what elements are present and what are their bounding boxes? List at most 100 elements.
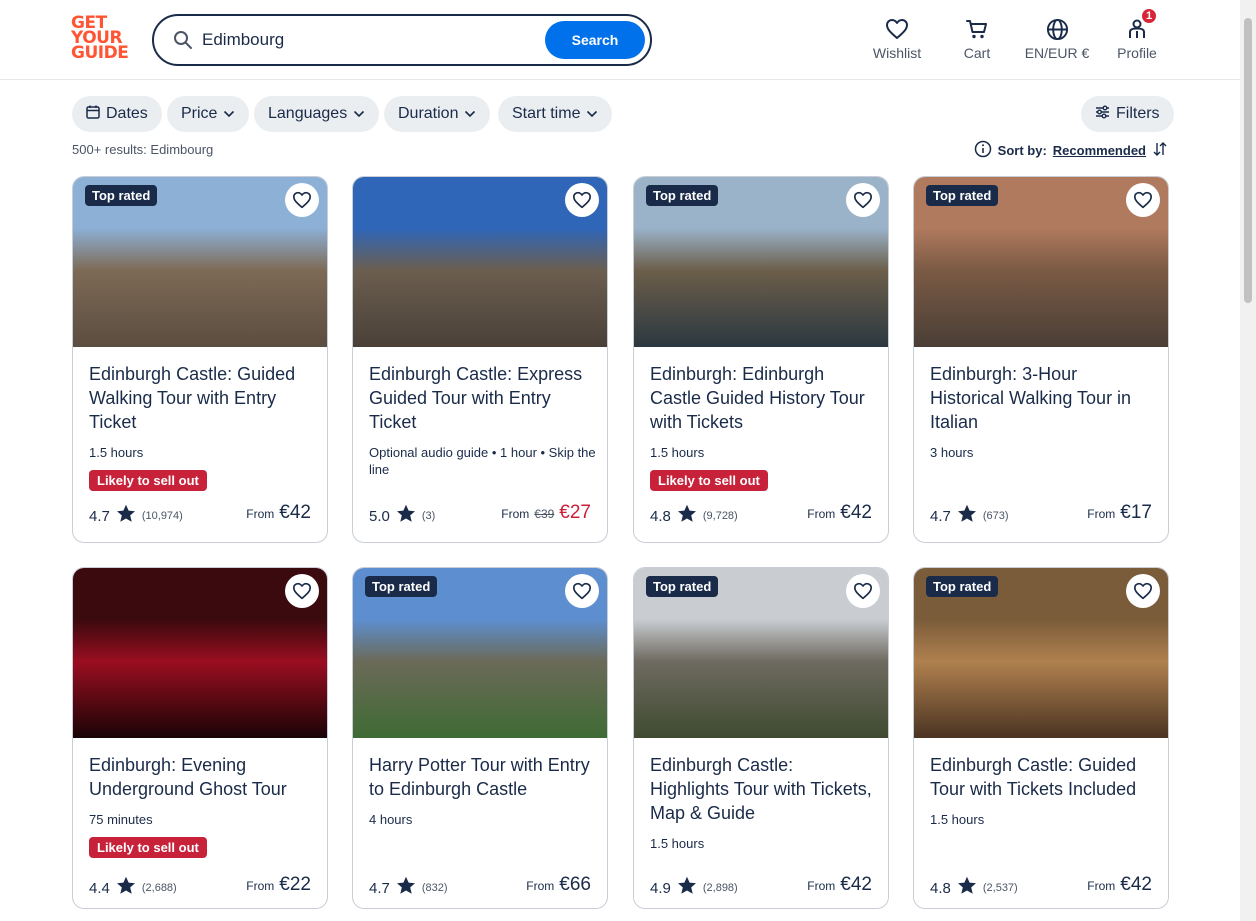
star-icon (396, 504, 416, 528)
price-amount: €22 (279, 874, 311, 895)
rating-summary: 4.7 (673) (930, 504, 1009, 528)
wishlist-heart-icon[interactable] (846, 574, 880, 608)
profile-icon: 1 (1125, 7, 1158, 42)
price-filter[interactable]: Price (167, 96, 250, 132)
price-from-label: From (526, 879, 555, 893)
rating-summary: 4.8 (9,728) (650, 504, 738, 528)
languages-filter[interactable]: Languages (254, 96, 380, 132)
info-icon[interactable] (974, 140, 992, 161)
activity-title[interactable]: Harry Potter Tour with Entry to Edinburg… (369, 753, 593, 801)
dates-filter[interactable]: Dates (72, 96, 162, 132)
star-icon (396, 876, 416, 900)
search-button[interactable]: Search (545, 21, 645, 59)
wishlist-heart-icon[interactable] (285, 183, 319, 217)
rating-value: 4.4 (89, 879, 110, 897)
rating-value: 4.8 (650, 507, 671, 525)
all-filters-button[interactable]: Filters (1081, 96, 1174, 132)
price-amount: €42 (840, 502, 872, 523)
activity-card[interactable]: Edinburgh Castle: Express Guided Tour wi… (352, 176, 608, 543)
getyourguide-logo[interactable]: GET YOUR GUIDE (71, 15, 131, 64)
price-block: From €22 (246, 874, 311, 896)
sort-value[interactable]: Recommended (1053, 143, 1146, 158)
wishlist-heart-icon[interactable] (285, 574, 319, 608)
rating-value: 5.0 (369, 507, 390, 525)
rating-value: 4.7 (369, 879, 390, 897)
cart-nav[interactable]: Cart (957, 16, 997, 66)
duration-filter-label: Duration (398, 105, 459, 122)
price-block: From €17 (1087, 502, 1152, 524)
activity-title[interactable]: Edinburgh Castle: Guided Walking Tour wi… (89, 362, 313, 434)
review-count: (2,537) (982, 882, 1018, 894)
cart-icon (965, 16, 989, 42)
price-block: From €42 (807, 502, 872, 524)
activity-meta: 3 hours (930, 445, 974, 460)
activity-card[interactable]: Top rated Edinburgh: Edinburgh Castle Gui… (633, 176, 889, 543)
language-currency-nav[interactable]: EN/EUR € (1022, 16, 1092, 66)
wishlist-heart-icon[interactable] (565, 574, 599, 608)
top-rated-badge: Top rated (926, 576, 999, 597)
price-filter-label: Price (181, 105, 218, 122)
sort-arrows-icon[interactable] (1152, 141, 1168, 160)
review-count: (673) (982, 510, 1009, 522)
sort-label: Sort by: (997, 143, 1047, 158)
activity-card[interactable]: Top rated Edinburgh: 3-Hour Historical Wa… (913, 176, 1169, 543)
profile-nav[interactable]: 1 Profile (1115, 7, 1159, 66)
language-label: EN/EUR € (1024, 45, 1090, 61)
activity-meta: 1.5 hours (650, 836, 705, 851)
results-count: 500+ results: Edimbourg (72, 142, 214, 157)
price-from-label: From (246, 879, 275, 893)
start-time-filter-label: Start time (512, 105, 581, 122)
price-from-label: From (807, 879, 836, 893)
price-amount: €42 (840, 874, 872, 895)
scrollbar-thumb[interactable] (1244, 18, 1252, 303)
activity-meta: 75 minutes (89, 812, 153, 827)
price-block: From €42 (1087, 874, 1152, 896)
rating-value: 4.7 (89, 507, 110, 525)
languages-filter-label: Languages (268, 105, 348, 122)
activity-meta: 1.5 hours (930, 812, 985, 827)
top-rated-badge: Top rated (365, 576, 438, 597)
top-rated-badge: Top rated (85, 185, 158, 206)
rating-summary: 5.0 (3) (369, 504, 435, 528)
price-amount: €42 (279, 502, 311, 523)
activity-title[interactable]: Edinburgh Castle: Guided Tour with Ticke… (930, 753, 1154, 801)
activity-title[interactable]: Edinburgh Castle: Highlights Tour with T… (650, 753, 874, 825)
scrollbar[interactable] (1240, 0, 1256, 921)
sort-control[interactable]: Sort by: Recommended (974, 140, 1168, 161)
activity-title[interactable]: Edinburgh Castle: Express Guided Tour wi… (369, 362, 593, 434)
wishlist-heart-icon[interactable] (846, 183, 880, 217)
wishlist-heart-icon[interactable] (565, 183, 599, 217)
activity-card[interactable]: Top rated Harry Potter Tour with Entry to… (352, 567, 608, 909)
wishlist-heart-icon[interactable] (1126, 574, 1160, 608)
top-header: GET YOUR GUIDE Search Wishlist Cart EN/E… (0, 0, 1240, 80)
wishlist-heart-icon[interactable] (1126, 183, 1160, 217)
search-input[interactable] (202, 30, 532, 50)
original-price: €39 (534, 507, 555, 521)
activity-card[interactable]: Top rated Edinburgh Castle: Highlights To… (633, 567, 889, 909)
heart-icon (885, 16, 909, 42)
rating-summary: 4.7 (10,974) (89, 504, 183, 528)
calendar-icon (86, 105, 100, 124)
activity-card[interactable]: Edinburgh: Evening Underground Ghost Tou… (72, 567, 328, 909)
star-icon (116, 876, 136, 900)
chevron-down-icon (223, 105, 235, 123)
duration-filter[interactable]: Duration (384, 96, 491, 132)
activity-title[interactable]: Edinburgh: 3-Hour Historical Walking Tou… (930, 362, 1154, 434)
price-from-label: From (1087, 507, 1116, 521)
activity-title[interactable]: Edinburgh: Evening Underground Ghost Tou… (89, 753, 313, 801)
price-amount: €27 (559, 502, 591, 523)
profile-label: Profile (1117, 45, 1157, 61)
price-block: From €66 (526, 874, 591, 896)
activity-card[interactable]: Top rated Edinburgh Castle: Guided Walkin… (72, 176, 328, 543)
price-block: From €42 (807, 874, 872, 896)
activity-title[interactable]: Edinburgh: Edinburgh Castle Guided Histo… (650, 362, 874, 434)
dates-filter-label: Dates (106, 105, 148, 122)
star-icon (677, 876, 697, 900)
chevron-down-icon (464, 105, 476, 123)
activity-card[interactable]: Top rated Edinburgh Castle: Guided Tour w… (913, 567, 1169, 909)
top-rated-badge: Top rated (926, 185, 999, 206)
wishlist-nav[interactable]: Wishlist (872, 16, 922, 66)
price-from-label: From (807, 507, 836, 521)
start-time-filter[interactable]: Start time (498, 96, 613, 132)
price-from-label: From (1087, 879, 1116, 893)
